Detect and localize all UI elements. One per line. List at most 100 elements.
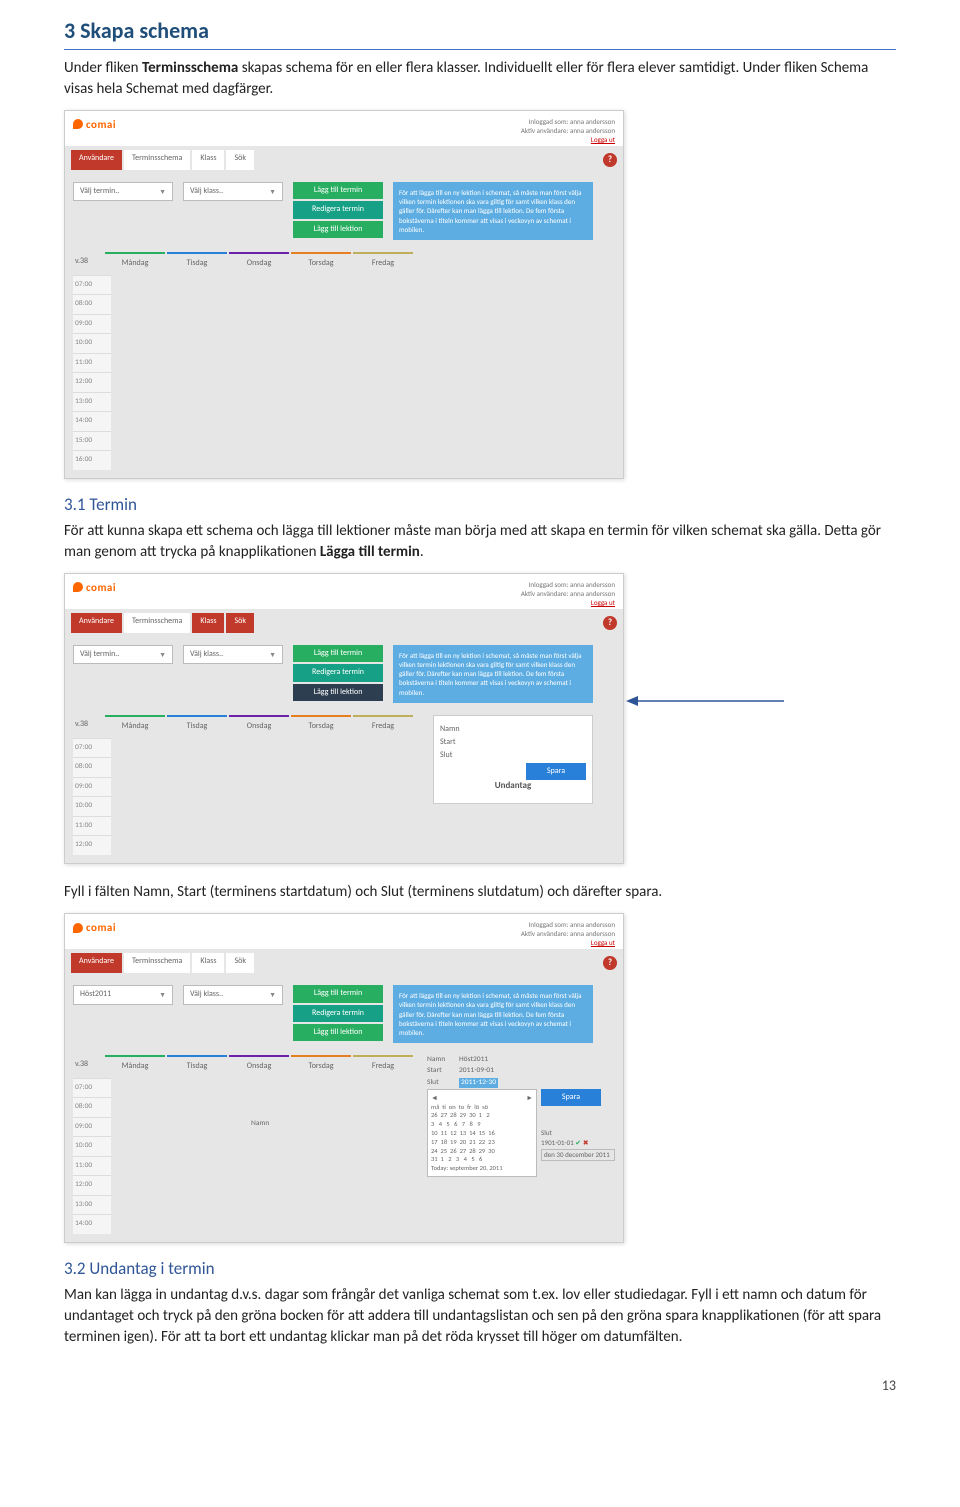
select-termin[interactable]: Välj termin.. ▼ bbox=[73, 182, 173, 201]
add-termin-button[interactable]: Lägg till termin bbox=[293, 985, 383, 1002]
panel3-namn2-label: Namn bbox=[251, 1119, 269, 1128]
section-3-hr bbox=[64, 49, 896, 50]
section-31-p1-a: För att kunna skapa ett schema och lägga… bbox=[64, 522, 881, 561]
time-row: 10:00 bbox=[73, 333, 111, 353]
calendar-prev-icon[interactable]: ◄ bbox=[431, 1093, 438, 1102]
time-row: 13:00 bbox=[73, 392, 111, 412]
save-button[interactable]: Spara bbox=[541, 1089, 601, 1106]
day-mon: Måndag bbox=[105, 715, 165, 736]
undantag-start-value: 1901-01-01 bbox=[541, 1138, 574, 1147]
time-row: 08:00 bbox=[73, 294, 111, 314]
section-31-p1-b: Lägga till termin bbox=[320, 543, 420, 561]
chevron-down-icon: ▼ bbox=[269, 990, 276, 1000]
chevron-down-icon: ▼ bbox=[159, 990, 166, 1000]
day-tue: Tisdag bbox=[167, 1055, 227, 1076]
panel3-namn-value: Höst2011 bbox=[459, 1055, 488, 1066]
logout-link[interactable]: Logga ut bbox=[521, 938, 615, 947]
time-row: 15:00 bbox=[73, 431, 111, 451]
login-user: Inloggad som: anna andersson bbox=[521, 920, 615, 929]
time-row: 12:00 bbox=[73, 372, 111, 392]
tab-users[interactable]: Användare bbox=[71, 613, 122, 633]
help-icon[interactable]: ? bbox=[603, 616, 617, 630]
section-3-p1-b: Terminsschema bbox=[142, 59, 238, 77]
edit-termin-button[interactable]: Redigera termin bbox=[293, 664, 383, 681]
panel3-slut2-label: Slut bbox=[541, 1128, 552, 1137]
calendar-row: 10 11 12 13 14 15 16 bbox=[431, 1129, 533, 1138]
info-box: För att lägga till en ny lektion i schem… bbox=[393, 985, 593, 1042]
day-wed: Onsdag bbox=[229, 1055, 289, 1076]
logout-link[interactable]: Logga ut bbox=[521, 135, 615, 144]
panel3-start-value: 2011-09-01 bbox=[459, 1066, 494, 1077]
panel3-slut-label: Slut bbox=[427, 1078, 455, 1089]
cross-icon[interactable]: ✖ bbox=[583, 1138, 589, 1147]
annotation-arrow-icon bbox=[624, 691, 794, 711]
edit-termin-button[interactable]: Redigera termin bbox=[293, 201, 383, 218]
tab-termin[interactable]: Terminsschema bbox=[124, 613, 190, 633]
select-termin-label: Välj termin.. bbox=[80, 649, 119, 660]
select-termin-label: Välj termin.. bbox=[80, 186, 119, 197]
section-31-p2: Fyll i fälten Namn, Start (terminens sta… bbox=[64, 882, 896, 903]
day-thu: Torsdag bbox=[291, 252, 351, 273]
time-row: 07:00 bbox=[73, 1078, 111, 1098]
calendar-row: 17 18 19 20 21 22 23 bbox=[431, 1138, 533, 1147]
add-lesson-button[interactable]: Lägg till lektion bbox=[293, 221, 383, 238]
tab-users[interactable]: Användare bbox=[71, 150, 122, 170]
day-tue: Tisdag bbox=[167, 252, 227, 273]
select-klass[interactable]: Välj klass..▼ bbox=[183, 645, 283, 664]
chevron-down-icon: ▼ bbox=[159, 187, 166, 197]
time-row: 12:00 bbox=[73, 835, 111, 855]
time-row: 10:00 bbox=[73, 796, 111, 816]
add-termin-button[interactable]: Lägg till termin bbox=[293, 182, 383, 199]
add-termin-button[interactable]: Lägg till termin bbox=[293, 645, 383, 662]
calendar-row: 31 1 2 3 4 5 6 bbox=[431, 1155, 533, 1164]
day-thu: Torsdag bbox=[291, 1055, 351, 1076]
panel3-start-label: Start bbox=[427, 1066, 455, 1077]
tab-klass[interactable]: Klass bbox=[192, 613, 224, 633]
calendar-days-header: må ti on to fr lö sö bbox=[431, 1103, 533, 1112]
help-icon[interactable]: ? bbox=[603, 956, 617, 970]
panel-slut-label: Slut bbox=[440, 750, 586, 761]
logo-icon bbox=[73, 582, 83, 592]
time-row: 08:00 bbox=[73, 757, 111, 777]
time-row: 11:00 bbox=[73, 1156, 111, 1176]
screenshot-3: comai Inloggad som: anna andersson Aktiv… bbox=[64, 913, 624, 1243]
calendar-popup[interactable]: ◄► må ti on to fr lö sö 26 27 28 29 30 1… bbox=[427, 1089, 537, 1177]
tab-search[interactable]: Sök bbox=[226, 613, 254, 633]
select-termin[interactable]: Välj termin..▼ bbox=[73, 645, 173, 664]
tab-search[interactable]: Sök bbox=[226, 150, 254, 170]
screenshot-1: comai Inloggad som: anna andersson Aktiv… bbox=[64, 110, 624, 479]
time-row: 14:00 bbox=[73, 411, 111, 431]
select-termin[interactable]: Höst2011▼ bbox=[73, 985, 173, 1004]
time-row: 09:00 bbox=[73, 1117, 111, 1137]
week-label: v.38 bbox=[73, 715, 103, 736]
save-button[interactable]: Spara bbox=[526, 763, 586, 780]
logout-link[interactable]: Logga ut bbox=[521, 598, 615, 607]
day-tue: Tisdag bbox=[167, 715, 227, 736]
tab-search[interactable]: Sök bbox=[226, 953, 254, 973]
week-label: v.38 bbox=[73, 1055, 103, 1076]
edit-termin-button[interactable]: Redigera termin bbox=[293, 1005, 383, 1022]
tab-termin[interactable]: Terminsschema bbox=[124, 150, 190, 170]
select-klass-label: Välj klass.. bbox=[190, 989, 223, 1000]
section-3-p1: Under fliken Terminsschema skapas schema… bbox=[64, 58, 896, 100]
tab-termin[interactable]: Terminsschema bbox=[124, 953, 190, 973]
tab-klass[interactable]: Klass bbox=[192, 953, 224, 973]
logo-icon bbox=[73, 923, 83, 933]
day-fri: Fredag bbox=[353, 715, 413, 736]
active-user: Aktiv användare: anna andersson bbox=[521, 929, 615, 938]
time-row: 11:00 bbox=[73, 353, 111, 373]
add-lesson-button[interactable]: Lägg till lektion bbox=[293, 684, 383, 701]
logo-icon bbox=[73, 119, 83, 129]
help-icon[interactable]: ? bbox=[603, 153, 617, 167]
select-klass[interactable]: Välj klass.. ▼ bbox=[183, 985, 283, 1004]
tab-klass[interactable]: Klass bbox=[192, 150, 224, 170]
panel3-slut-value: 2011-12-30 bbox=[459, 1078, 498, 1089]
add-lesson-button[interactable]: Lägg till lektion bbox=[293, 1024, 383, 1041]
select-klass[interactable]: Välj klass..▼ bbox=[183, 182, 283, 201]
tab-users[interactable]: Användare bbox=[71, 953, 122, 973]
active-user: Aktiv användare: anna andersson bbox=[521, 589, 615, 598]
calendar-next-icon[interactable]: ► bbox=[526, 1093, 533, 1102]
day-thu: Torsdag bbox=[291, 715, 351, 736]
time-row: 09:00 bbox=[73, 314, 111, 334]
check-icon[interactable]: ✔ bbox=[575, 1138, 581, 1147]
